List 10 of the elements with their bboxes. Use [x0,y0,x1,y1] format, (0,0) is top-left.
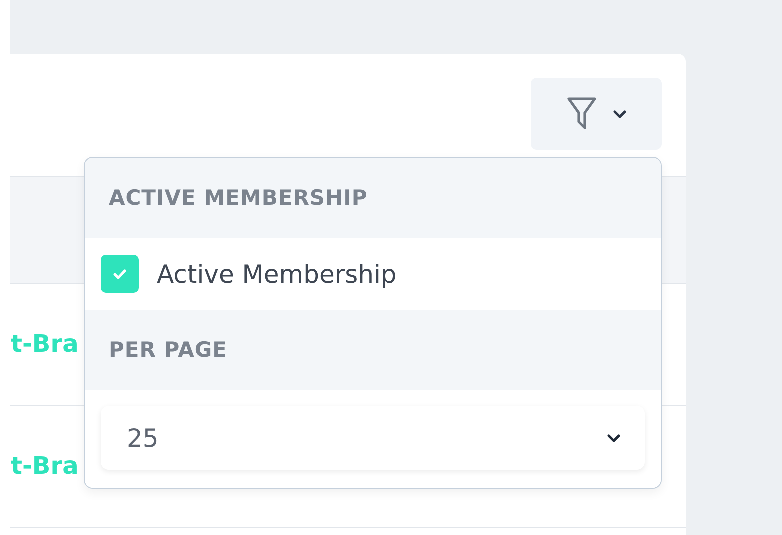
chevron-down-icon [607,434,621,442]
filter-button[interactable] [531,78,662,150]
checkmark-icon [113,268,127,280]
filter-icon [566,97,596,131]
per-page-select[interactable]: 25 [101,406,645,470]
section-heading: PER PAGE [109,338,228,362]
section-heading: ACTIVE MEMBERSHIP [109,186,368,210]
chevron-down-icon [612,110,626,118]
checkbox[interactable] [101,255,139,293]
checkbox-label[interactable]: Active Membership [157,260,397,288]
